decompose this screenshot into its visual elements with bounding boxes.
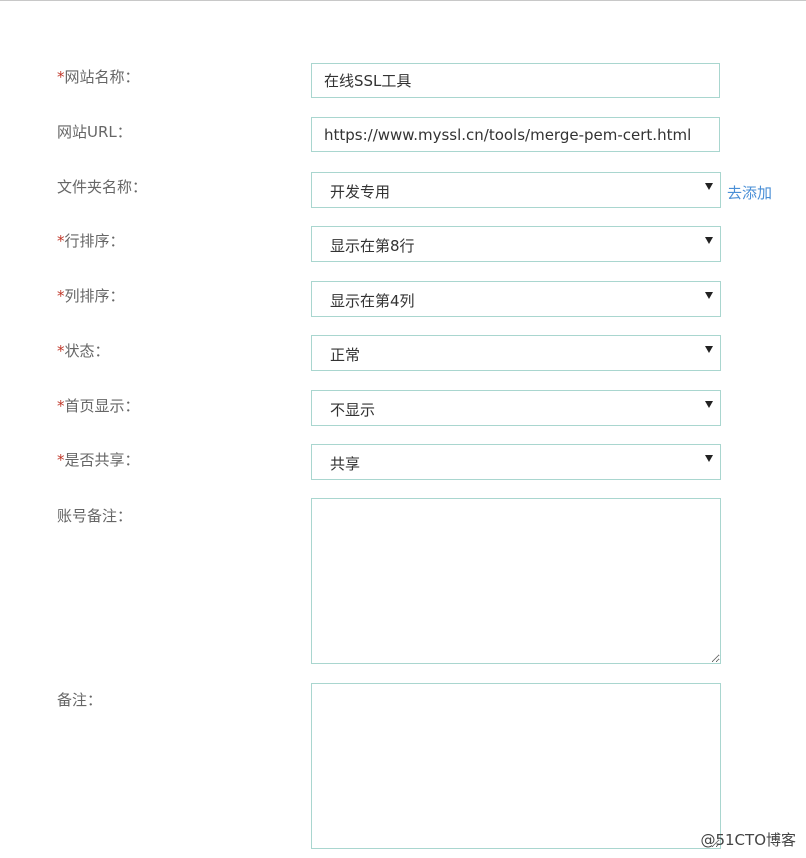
col-order-select[interactable]: 显示在第4列	[311, 281, 721, 317]
add-folder-link[interactable]: 去添加	[727, 182, 772, 203]
note-label: 备注：	[57, 691, 103, 709]
site-name-input[interactable]	[311, 63, 720, 98]
row-order-selected-value: 显示在第8行	[330, 237, 415, 255]
watermark: @51CTO博客	[700, 831, 796, 849]
dropdown-arrow-icon	[705, 292, 713, 299]
required-marker: *	[57, 287, 65, 305]
col-order-label: *列排序：	[57, 287, 125, 305]
dropdown-arrow-icon	[705, 237, 713, 244]
required-marker: *	[57, 451, 65, 469]
folder-label: 文件夹名称：	[57, 178, 148, 196]
row-order-select[interactable]: 显示在第8行	[311, 226, 721, 262]
homepage-select[interactable]: 不显示	[311, 390, 721, 426]
account-note-textarea[interactable]	[311, 498, 721, 664]
top-divider	[0, 0, 806, 1]
account-note-label: 账号备注：	[57, 507, 133, 525]
required-marker: *	[57, 342, 65, 360]
dropdown-arrow-icon	[705, 183, 713, 190]
required-marker: *	[57, 232, 65, 250]
folder-select[interactable]: 开发专用	[311, 172, 721, 208]
required-marker: *	[57, 397, 65, 415]
status-label: *状态：	[57, 342, 110, 360]
status-select[interactable]: 正常	[311, 335, 721, 371]
dropdown-arrow-icon	[705, 346, 713, 353]
status-selected-value: 正常	[330, 346, 361, 364]
col-order-selected-value: 显示在第4列	[330, 292, 415, 310]
row-order-label: *行排序：	[57, 232, 125, 250]
site-name-label: *网站名称：	[57, 68, 140, 86]
dropdown-arrow-icon	[705, 455, 713, 462]
homepage-selected-value: 不显示	[330, 401, 376, 419]
shared-label: *是否共享：	[57, 451, 140, 469]
folder-selected-value: 开发专用	[330, 183, 391, 201]
note-textarea[interactable]	[311, 683, 721, 849]
site-url-label: 网站URL：	[57, 123, 132, 141]
homepage-label: *首页显示：	[57, 397, 140, 415]
site-url-input[interactable]	[311, 117, 720, 152]
shared-selected-value: 共享	[330, 455, 361, 473]
shared-select[interactable]: 共享	[311, 444, 721, 480]
required-marker: *	[57, 68, 65, 86]
dropdown-arrow-icon	[705, 401, 713, 408]
